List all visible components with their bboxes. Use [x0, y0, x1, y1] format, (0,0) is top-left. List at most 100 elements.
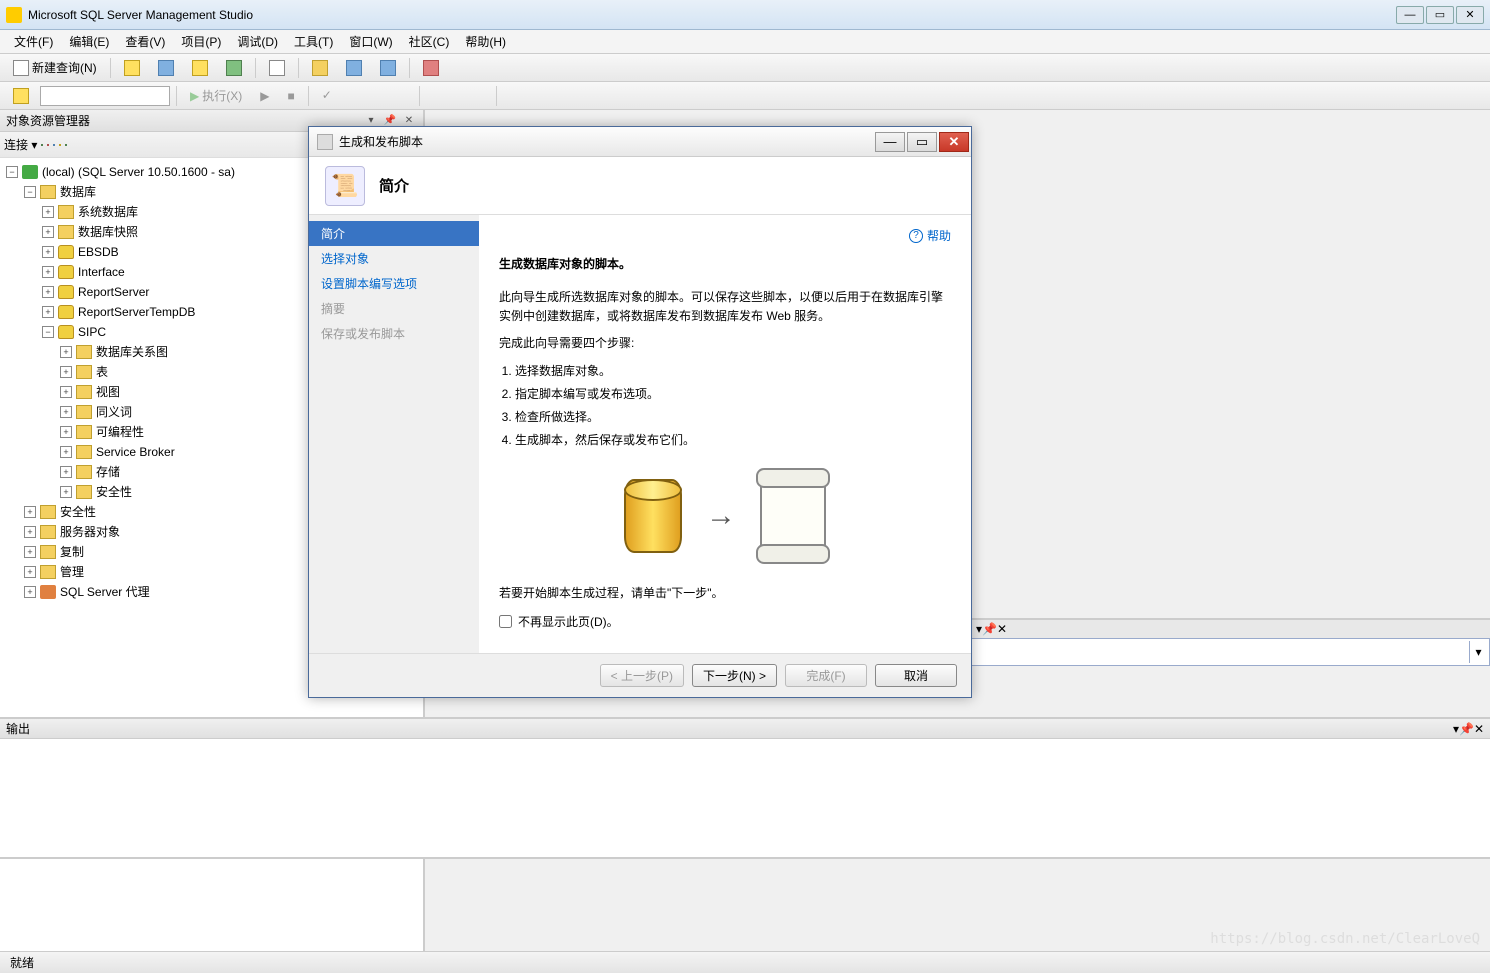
server-icon	[22, 165, 38, 179]
dialog-close-button[interactable]: ✕	[939, 132, 969, 152]
open-icon	[312, 60, 328, 76]
expand-icon[interactable]: +	[42, 226, 54, 238]
next-button[interactable]: 下一步(N) >	[692, 664, 777, 687]
chevron-down-icon[interactable]: ▾	[1469, 641, 1487, 663]
disconnect-icon[interactable]	[47, 144, 49, 146]
close-button[interactable]: ✕	[1456, 6, 1484, 24]
steps-intro: 完成此向导需要四个步骤:	[499, 334, 951, 353]
connect-icon[interactable]	[41, 144, 43, 146]
tb-d2[interactable]	[383, 85, 413, 107]
dialog-minimize-button[interactable]: —	[875, 132, 905, 152]
dont-show-checkbox[interactable]	[499, 615, 512, 628]
prev-button[interactable]: < 上一步(P)	[600, 664, 684, 687]
expand-icon[interactable]: +	[24, 566, 36, 578]
expand-icon[interactable]: +	[60, 346, 72, 358]
stop-conn-icon[interactable]	[53, 144, 55, 146]
menu-tools[interactable]: 工具(T)	[286, 31, 341, 52]
tb-d5[interactable]	[503, 85, 533, 107]
window-titlebar: Microsoft SQL Server Management Studio —…	[0, 0, 1490, 30]
tb-icon-1[interactable]	[117, 57, 147, 79]
filter-icon[interactable]	[59, 144, 61, 146]
pin-icon[interactable]: 📌	[1459, 722, 1474, 736]
tb-open[interactable]	[305, 57, 335, 79]
expand-icon[interactable]: +	[60, 406, 72, 418]
collapse-icon[interactable]: −	[24, 186, 36, 198]
dialog-header: 📜 简介	[309, 157, 971, 215]
step-1: 选择数据库对象。	[515, 362, 951, 379]
tb-icon-2[interactable]	[151, 57, 181, 79]
pin-icon[interactable]: 📌	[982, 622, 997, 636]
menu-edit[interactable]: 编辑(E)	[61, 31, 117, 52]
parse-button[interactable]: ✓	[315, 85, 345, 107]
dialog-header-text: 简介	[379, 175, 409, 196]
execute-button[interactable]: ▶ 执行(X)	[183, 84, 249, 107]
status-bar: 就绪	[0, 951, 1490, 973]
start-hint: 若要开始脚本生成过程，请单击"下一步"。	[499, 584, 951, 603]
stop-button[interactable]: ■	[280, 86, 301, 106]
menu-project[interactable]: 项目(P)	[173, 31, 229, 52]
connect-dropdown[interactable]: 连接 ▾	[4, 136, 37, 153]
menu-community[interactable]: 社区(C)	[401, 31, 458, 52]
folder-icon	[76, 385, 92, 399]
properties-panel-header: ▾ 📌 ✕	[970, 618, 1490, 638]
expand-icon[interactable]: +	[24, 586, 36, 598]
expand-icon[interactable]: +	[42, 266, 54, 278]
tb-d6[interactable]	[537, 85, 567, 107]
expand-icon[interactable]: +	[42, 306, 54, 318]
expand-icon[interactable]: +	[60, 426, 72, 438]
activity-icon	[423, 60, 439, 76]
tb-icon-3[interactable]	[185, 57, 215, 79]
properties-combo[interactable]: ▾	[970, 638, 1490, 666]
debug-button[interactable]: ▶	[253, 86, 276, 106]
expand-icon[interactable]: +	[42, 286, 54, 298]
expand-icon[interactable]: +	[60, 486, 72, 498]
window-title: Microsoft SQL Server Management Studio	[28, 8, 1396, 22]
tb-saveall[interactable]	[373, 57, 403, 79]
app-icon	[6, 7, 22, 23]
folder-icon	[76, 485, 92, 499]
expand-icon[interactable]: +	[42, 246, 54, 258]
expand-icon[interactable]: +	[24, 506, 36, 518]
doc-icon	[269, 60, 285, 76]
nav-intro[interactable]: 简介	[309, 221, 479, 246]
database-icon	[58, 305, 74, 319]
tb-icon-4[interactable]	[219, 57, 249, 79]
menu-window[interactable]: 窗口(W)	[341, 31, 400, 52]
tb-save[interactable]	[339, 57, 369, 79]
new-query-button[interactable]: 新建查询(N)	[6, 56, 104, 79]
help-link[interactable]: ? 帮助	[909, 227, 951, 244]
menu-help[interactable]: 帮助(H)	[457, 31, 514, 52]
dialog-maximize-button[interactable]: ▭	[907, 132, 937, 152]
close-pane-icon[interactable]: ✕	[1474, 722, 1484, 736]
tb-activity[interactable]	[416, 57, 446, 79]
collapse-icon[interactable]: −	[42, 326, 54, 338]
expand-icon[interactable]: +	[60, 366, 72, 378]
expand-icon[interactable]: +	[60, 386, 72, 398]
tb-d3[interactable]	[426, 85, 456, 107]
folder-icon	[58, 205, 74, 219]
refresh-icon[interactable]	[65, 144, 67, 146]
collapse-icon[interactable]: −	[6, 166, 18, 178]
expand-icon[interactable]: +	[24, 546, 36, 558]
menu-view[interactable]: 查看(V)	[117, 31, 173, 52]
status-text: 就绪	[10, 954, 34, 971]
menu-file[interactable]: 文件(F)	[6, 31, 61, 52]
content-heading: 生成数据库对象的脚本。	[499, 255, 951, 272]
expand-icon[interactable]: +	[42, 206, 54, 218]
tb-d4[interactable]	[460, 85, 490, 107]
expand-icon[interactable]: +	[60, 446, 72, 458]
expand-icon[interactable]: +	[24, 526, 36, 538]
cancel-button[interactable]: 取消	[875, 664, 957, 687]
menu-debug[interactable]: 调试(D)	[229, 31, 286, 52]
database-selector[interactable]	[40, 86, 170, 106]
save-icon	[346, 60, 362, 76]
close-pane-icon[interactable]: ✕	[997, 622, 1007, 636]
tb-d1[interactable]	[349, 85, 379, 107]
finish-button[interactable]: 完成(F)	[785, 664, 867, 687]
maximize-button[interactable]: ▭	[1426, 6, 1454, 24]
tb-icon-5[interactable]	[262, 57, 292, 79]
nav-options[interactable]: 设置脚本编写选项	[309, 271, 479, 296]
nav-choose[interactable]: 选择对象	[309, 246, 479, 271]
minimize-button[interactable]: —	[1396, 6, 1424, 24]
expand-icon[interactable]: +	[60, 466, 72, 478]
